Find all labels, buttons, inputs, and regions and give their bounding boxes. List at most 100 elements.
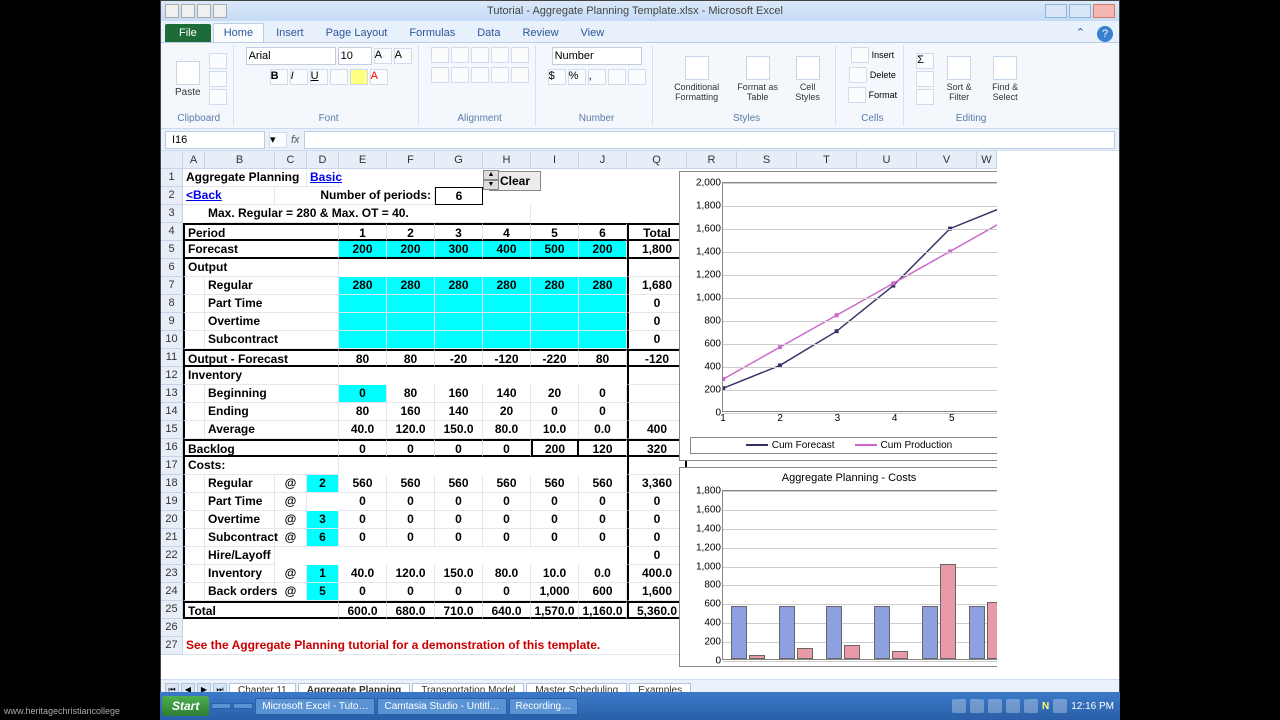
cell[interactable] xyxy=(435,295,483,313)
cell[interactable]: 0 xyxy=(339,385,387,403)
cell[interactable]: 280 xyxy=(483,277,531,295)
spin-down-icon[interactable]: ▼ xyxy=(483,180,499,190)
cell[interactable]: Subcontract xyxy=(205,529,275,547)
align-middle-icon[interactable] xyxy=(451,47,469,63)
cell[interactable]: 0 xyxy=(579,529,627,547)
quick-launch-icon[interactable] xyxy=(211,703,231,709)
cell[interactable]: 0 xyxy=(531,493,579,511)
redo-icon[interactable] xyxy=(213,4,227,18)
align-top-icon[interactable] xyxy=(431,47,449,63)
cell[interactable]: 200 xyxy=(339,241,387,259)
cell[interactable]: Ending xyxy=(205,403,339,421)
decrease-decimal-icon[interactable] xyxy=(628,69,646,85)
cell[interactable]: @ xyxy=(275,493,307,511)
cell[interactable] xyxy=(183,493,205,511)
cell[interactable]: 2 xyxy=(307,475,339,493)
align-center-icon[interactable] xyxy=(451,67,469,83)
autosum-icon[interactable]: Σ xyxy=(916,53,934,69)
cell[interactable]: 200 xyxy=(579,241,627,259)
copy-icon[interactable] xyxy=(209,71,227,87)
cell[interactable]: 80 xyxy=(339,349,387,367)
fx-icon[interactable]: fx xyxy=(291,134,300,146)
font-color-icon[interactable]: A xyxy=(370,69,388,85)
cell[interactable]: 0 xyxy=(483,439,531,457)
col-header[interactable]: B xyxy=(205,151,275,169)
col-header[interactable]: I xyxy=(531,151,579,169)
cell[interactable]: 560 xyxy=(483,475,531,493)
align-bottom-icon[interactable] xyxy=(471,47,489,63)
cell[interactable]: 0 xyxy=(339,493,387,511)
cell[interactable]: 5 xyxy=(531,223,579,241)
cell[interactable]: 160 xyxy=(435,385,483,403)
font-size-select[interactable] xyxy=(338,47,372,65)
border-icon[interactable] xyxy=(330,69,348,85)
cell[interactable]: 1,160.0 xyxy=(579,601,627,619)
cell[interactable]: 320 xyxy=(627,439,687,457)
number-format-select[interactable] xyxy=(552,47,642,65)
tray-n-icon[interactable]: N xyxy=(1042,701,1049,712)
clear-icon[interactable] xyxy=(916,89,934,105)
cell[interactable] xyxy=(387,331,435,349)
start-button[interactable]: Start xyxy=(162,696,209,716)
format-painter-icon[interactable] xyxy=(209,89,227,105)
cell[interactable]: @ xyxy=(275,511,307,529)
cell[interactable] xyxy=(183,529,205,547)
cell[interactable]: 0 xyxy=(435,529,483,547)
cell[interactable]: 710.0 xyxy=(435,601,483,619)
cell[interactable]: 120.0 xyxy=(387,421,435,439)
cell[interactable]: 0 xyxy=(579,493,627,511)
cell[interactable]: 0 xyxy=(627,313,687,331)
cell[interactable]: 280 xyxy=(531,277,579,295)
cell[interactable]: 20 xyxy=(483,403,531,421)
sort-filter-button[interactable]: Sort & Filter xyxy=(938,54,980,104)
cell[interactable] xyxy=(183,385,205,403)
cell[interactable]: 0 xyxy=(387,529,435,547)
row-header[interactable]: 15 xyxy=(161,421,183,439)
row-header[interactable]: 7 xyxy=(161,277,183,295)
cell[interactable]: 1,680 xyxy=(627,277,687,295)
tray-icon[interactable] xyxy=(970,699,984,713)
cell[interactable]: 560 xyxy=(531,475,579,493)
formula-bar[interactable] xyxy=(304,131,1115,149)
cell[interactable]: 3 xyxy=(435,223,483,241)
cell[interactable]: 0 xyxy=(483,583,531,601)
cell[interactable] xyxy=(339,295,387,313)
taskbar-camtasia[interactable]: Camtasia Studio - Untitl… xyxy=(377,698,506,715)
quick-access-toolbar[interactable] xyxy=(165,4,227,18)
cell[interactable]: 150.0 xyxy=(435,421,483,439)
cell[interactable] xyxy=(339,313,387,331)
cell[interactable]: 20 xyxy=(531,385,579,403)
cell[interactable]: 0 xyxy=(483,511,531,529)
cell[interactable]: 160 xyxy=(387,403,435,421)
cell[interactable] xyxy=(183,475,205,493)
cell[interactable]: 80 xyxy=(387,385,435,403)
cell[interactable] xyxy=(531,331,579,349)
row-header[interactable]: 27 xyxy=(161,637,183,655)
row-header[interactable]: 12 xyxy=(161,367,183,385)
cell[interactable]: 80.0 xyxy=(483,565,531,583)
row-header[interactable]: 26 xyxy=(161,619,183,637)
tab-review[interactable]: Review xyxy=(512,24,568,42)
cell[interactable]: Inventory xyxy=(205,565,275,583)
tray-icon[interactable] xyxy=(1053,699,1067,713)
cell[interactable]: Output xyxy=(183,259,339,277)
row-header[interactable]: 19 xyxy=(161,493,183,511)
cell[interactable]: 0 xyxy=(339,439,387,457)
cell[interactable]: Number of periods: xyxy=(275,187,435,205)
col-header[interactable]: A xyxy=(183,151,205,169)
cell[interactable] xyxy=(627,403,687,421)
fill-color-icon[interactable] xyxy=(350,69,368,85)
col-header[interactable]: F xyxy=(387,151,435,169)
name-box-dropdown-icon[interactable]: ▾ xyxy=(269,132,287,148)
font-name-select[interactable] xyxy=(246,47,336,65)
cell[interactable] xyxy=(531,295,579,313)
delete-cells-icon[interactable] xyxy=(849,67,867,83)
cell[interactable]: Backlog xyxy=(183,439,339,457)
cell[interactable]: Total xyxy=(183,601,339,619)
cell[interactable]: -120 xyxy=(627,349,687,367)
cell[interactable] xyxy=(183,331,205,349)
clock[interactable]: 12:16 PM xyxy=(1071,701,1114,712)
format-as-table-button[interactable]: Format as Table xyxy=(733,54,783,104)
cell[interactable]: @ xyxy=(275,475,307,493)
row-header[interactable]: 11 xyxy=(161,349,183,367)
